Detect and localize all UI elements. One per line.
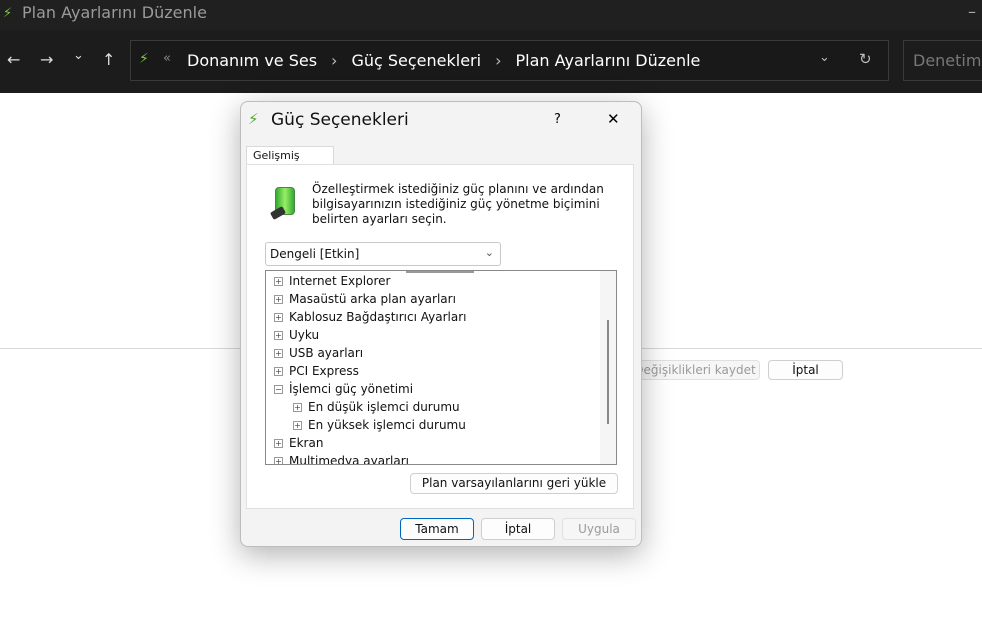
expand-icon[interactable]: + <box>274 456 283 464</box>
breadcrumb-separator[interactable]: › <box>495 51 501 70</box>
tree-item-label: İşlemci güç yönetimi <box>289 382 414 396</box>
restore-defaults-button[interactable]: Plan varsayılanlarını geri yükle <box>410 473 618 494</box>
dialog-title: Güç Seçenekleri <box>271 110 409 130</box>
recent-locations-button[interactable]: ⌄ <box>73 48 84 63</box>
tree-item[interactable]: + Multimedya ayarları <box>274 454 409 465</box>
overflow-chevron[interactable]: « <box>163 51 171 66</box>
help-button[interactable]: ? <box>554 112 561 127</box>
forward-button[interactable]: → <box>40 50 53 69</box>
tree-item-label: Uyku <box>289 328 320 342</box>
power-options-dialog: ⚡ Güç Seçenekleri ? ✕ Gelişmiş ayarlar Ö… <box>240 101 642 547</box>
tree-item-label: Kablosuz Bağdaştırıcı Ayarları <box>289 310 467 324</box>
search-input[interactable]: Denetim <box>903 40 982 81</box>
tree-item-label: En düşük işlemci durumu <box>308 400 460 414</box>
expand-icon[interactable]: + <box>274 330 283 340</box>
breadcrumb: Donanım ve Ses › Güç Seçenekleri › Plan … <box>187 51 700 70</box>
up-button[interactable]: ↑ <box>102 50 115 69</box>
tree-item[interactable]: + USB ayarları <box>274 346 363 360</box>
title-bar: ⚡ Plan Ayarlarını Düzenle – <box>0 0 982 30</box>
power-options-icon: ⚡ <box>248 110 259 128</box>
settings-tree[interactable]: + Internet Explorer + Masaüstü arka plan ay… <box>265 270 617 465</box>
expand-icon[interactable]: + <box>274 366 283 376</box>
battery-plug-icon <box>269 185 299 220</box>
tree-item[interactable]: − İşlemci güç yönetimi <box>274 382 413 396</box>
tree-item-label: USB ayarları <box>289 346 364 360</box>
breadcrumb-separator[interactable]: › <box>331 51 337 70</box>
breadcrumb-item[interactable]: Güç Seçenekleri <box>351 51 481 70</box>
power-options-icon: ⚡ <box>139 51 149 67</box>
scrollbar-thumb[interactable] <box>607 320 609 424</box>
power-options-icon: ⚡ <box>3 6 13 21</box>
window-title: Plan Ayarlarını Düzenle <box>22 3 207 22</box>
tree-item-label: PCI Express <box>289 364 359 378</box>
close-button[interactable]: ✕ <box>607 110 620 128</box>
tab-advanced-settings[interactable]: Gelişmiş ayarlar <box>246 146 334 175</box>
expand-icon[interactable]: + <box>274 312 283 322</box>
expand-icon[interactable]: + <box>293 420 302 430</box>
scrollbar[interactable] <box>600 271 616 464</box>
tree-item[interactable]: + Masaüstü arka plan ayarları <box>274 292 456 306</box>
tree-item[interactable]: + En yüksek işlemci durumu <box>293 418 466 432</box>
refresh-button[interactable]: ↻ <box>859 50 872 68</box>
description-text: Özelleştirmek istediğiniz güç planını ve… <box>312 182 604 226</box>
ok-button[interactable]: Tamam <box>400 518 474 540</box>
address-bar[interactable]: ⚡ « Donanım ve Ses › Güç Seçenekleri › P… <box>130 40 889 81</box>
breadcrumb-item[interactable]: Donanım ve Ses <box>187 51 317 70</box>
power-plan-select[interactable]: Dengeli [Etkin] ⌄ <box>265 242 501 266</box>
chevron-down-icon: ⌄ <box>484 246 494 259</box>
expand-icon[interactable]: + <box>274 438 283 448</box>
tree-item-label: Internet Explorer <box>289 274 391 288</box>
minimize-button[interactable]: – <box>968 2 976 21</box>
expand-icon[interactable]: + <box>274 276 283 286</box>
tree-item[interactable]: + Kablosuz Bağdaştırıcı Ayarları <box>274 310 467 324</box>
expand-icon[interactable]: + <box>274 294 283 304</box>
dialog-cancel-button[interactable]: İptal <box>481 518 555 540</box>
tree-item[interactable]: + Uyku <box>274 328 319 342</box>
tree-item-label: Ekran <box>289 436 324 450</box>
tree-item-label: Multimedya ayarları <box>289 454 409 465</box>
tree-item-label: Masaüstü arka plan ayarları <box>289 292 456 306</box>
address-dropdown-button[interactable]: ⌄ <box>819 50 830 65</box>
collapse-icon[interactable]: − <box>274 384 283 394</box>
back-button[interactable]: ← <box>7 50 20 69</box>
expand-icon[interactable]: + <box>293 402 302 412</box>
tree-item[interactable]: + PCI Express <box>274 364 359 378</box>
power-plan-value: Dengeli [Etkin] <box>270 247 360 261</box>
breadcrumb-item[interactable]: Plan Ayarlarını Düzenle <box>515 51 700 70</box>
save-changes-button[interactable]: Değişiklikleri kaydet <box>630 360 760 380</box>
cancel-button[interactable]: İptal <box>768 360 843 380</box>
navigation-bar: ← → ⌄ ↑ ⚡ « Donanım ve Ses › Güç Seçenek… <box>0 30 982 93</box>
expand-icon[interactable]: + <box>274 348 283 358</box>
tree-item[interactable]: + Ekran <box>274 436 323 450</box>
tab-panel: Özelleştirmek istediğiniz güç planını ve… <box>246 164 634 509</box>
tree-item[interactable]: + En düşük işlemci durumu <box>293 400 460 414</box>
tree-item[interactable]: + Internet Explorer <box>274 274 390 288</box>
tree-item-label: En yüksek işlemci durumu <box>308 418 466 432</box>
apply-button[interactable]: Uygula <box>562 518 636 540</box>
